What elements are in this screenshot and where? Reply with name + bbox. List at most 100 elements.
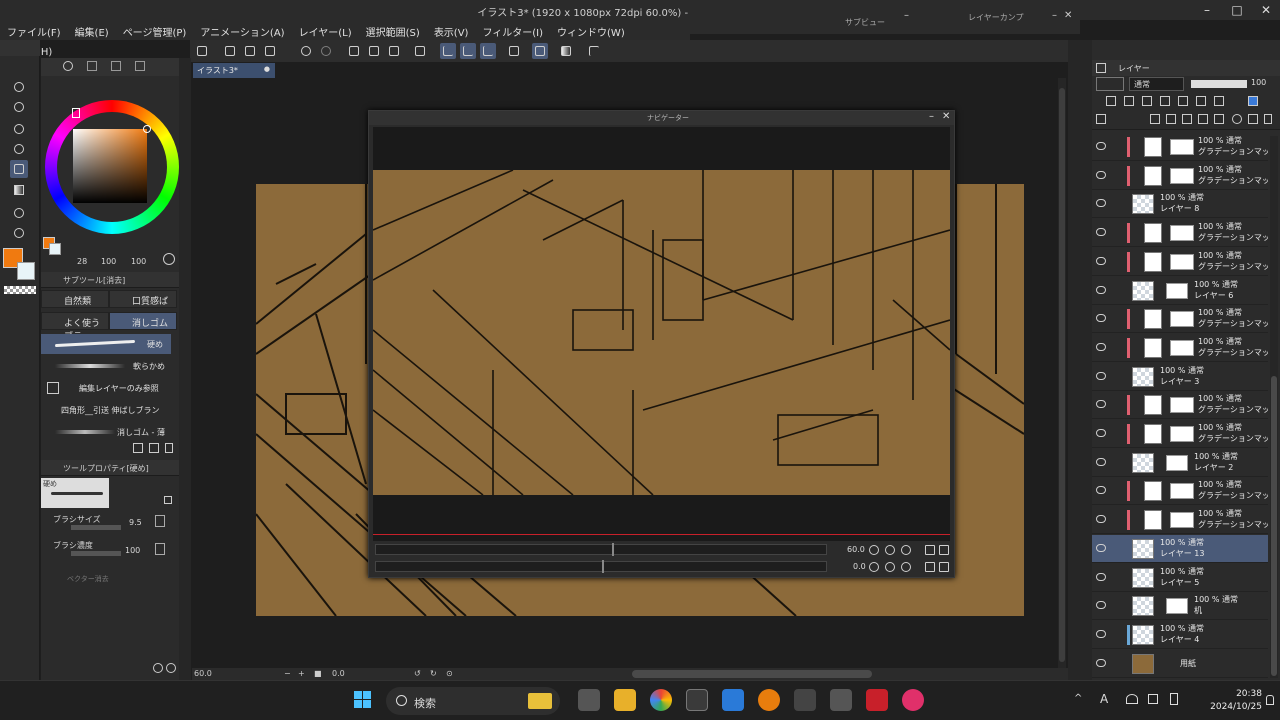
draft-layer-icon[interactable] (1142, 96, 1152, 106)
layer-thumbnail[interactable] (1132, 366, 1154, 387)
layer-list-scroll-thumb[interactable] (1271, 376, 1277, 676)
maximize-button[interactable]: □ (1224, 2, 1250, 18)
navigator-rotate-slider[interactable] (375, 560, 827, 573)
visibility-eye-icon[interactable] (1096, 486, 1106, 495)
create-mask-icon[interactable] (1232, 114, 1242, 124)
layer-row[interactable]: 用紙 (1092, 649, 1268, 678)
eraser-icon[interactable] (386, 43, 402, 59)
visibility-eye-icon[interactable] (1096, 371, 1106, 380)
adjustment-layer-icon[interactable] (1144, 309, 1162, 330)
layer-mask-thumbnail[interactable] (1170, 225, 1194, 242)
copy-subtool-icon[interactable] (133, 443, 143, 453)
undo-icon[interactable] (298, 43, 314, 59)
brush-density-value[interactable]: 100 (125, 546, 140, 555)
file-explorer-icon[interactable] (614, 689, 636, 711)
navigator-close-button[interactable]: ✕ (942, 111, 950, 122)
layer-row[interactable]: 100 % 通常グラデーションマップ 1 の (1092, 161, 1268, 190)
visibility-eye-icon[interactable] (1096, 429, 1106, 437)
flip-horizontal-icon[interactable] (925, 562, 935, 572)
left-panel-scroll-strip[interactable] (179, 58, 191, 680)
color-picker-handle[interactable] (143, 125, 151, 133)
tray-overflow-icon[interactable]: ^ (1074, 693, 1082, 704)
menu-page[interactable]: ページ管理(P) (116, 20, 194, 39)
brush-size-value[interactable]: 9.5 (129, 518, 142, 527)
visibility-eye-icon[interactable] (1096, 314, 1106, 323)
pdf-app-icon[interactable] (866, 689, 888, 711)
clock[interactable]: 20:38 2024/10/25 (1202, 688, 1262, 714)
hue-handle[interactable] (72, 108, 80, 118)
color-slider-tab-icon[interactable] (87, 61, 97, 71)
app-icon-7[interactable] (794, 689, 816, 711)
transform-icon[interactable] (412, 43, 428, 59)
wifi-icon[interactable] (1126, 694, 1138, 704)
tool-search-icon[interactable] (166, 663, 176, 673)
visibility-eye-icon[interactable] (1096, 601, 1106, 610)
visibility-eye-icon[interactable] (1096, 342, 1106, 351)
menu-selection[interactable]: 選択範囲(S) (359, 20, 427, 39)
reference-layer-icon[interactable] (506, 43, 522, 59)
delete-subtool-icon[interactable] (165, 443, 173, 453)
combine-layer-icon[interactable] (1214, 114, 1224, 124)
subtool-group-eraser[interactable]: 消しゴム (109, 312, 177, 330)
layer-row[interactable]: 100 % 通常グラデーションマップ 1 の (1092, 391, 1268, 420)
layer-mask-thumbnail[interactable] (1166, 282, 1188, 299)
navigator-preview[interactable] (373, 127, 950, 541)
decoration-tool-icon[interactable] (10, 140, 28, 158)
layer-thumbnail[interactable] (1132, 452, 1154, 473)
clip-studio-icon[interactable] (194, 43, 210, 59)
brush-soft[interactable]: 軟らかめ (41, 356, 171, 376)
video-editor-icon[interactable] (830, 689, 852, 711)
saturation-value-square[interactable] (73, 129, 147, 203)
layer-row[interactable]: 100 % 通常グラデーションマップ 1 の (1092, 333, 1268, 362)
grid-snap-icon[interactable] (480, 43, 496, 59)
creative-cloud-icon[interactable] (902, 689, 924, 711)
subview-minimize-button[interactable]: – (904, 10, 909, 21)
status-zoom-in-icon[interactable]: + (298, 669, 305, 678)
zoom-in-icon[interactable] (885, 545, 895, 555)
redo-icon[interactable] (318, 43, 334, 59)
notification-bell-icon[interactable] (1266, 695, 1274, 705)
visibility-eye-icon[interactable] (1096, 457, 1106, 466)
visibility-eye-icon[interactable] (1096, 515, 1106, 524)
eyedropper-tool-icon[interactable] (10, 98, 28, 116)
layer-row[interactable]: 100 % 通常 レイヤー 5 (1092, 563, 1268, 592)
menu-animation[interactable]: アニメーション(A) (193, 20, 291, 39)
adjustment-layer-icon[interactable] (1144, 424, 1162, 444)
layer-row[interactable]: 100 % 通常グラデーションマップ 1 の (1092, 219, 1268, 248)
layer-mask-thumbnail[interactable] (1170, 311, 1194, 328)
right-panel-strip[interactable] (1068, 40, 1092, 680)
color-settings-icon[interactable] (163, 253, 175, 265)
apply-mask-icon[interactable] (1248, 114, 1258, 124)
menu-file[interactable]: ファイル(F) (0, 20, 68, 39)
sub-color-swatch[interactable] (17, 262, 35, 280)
enable-mask-icon[interactable] (1196, 96, 1206, 106)
layer-row[interactable]: 100 % 通常 レイヤー 13 (1092, 534, 1268, 563)
delete-layer-icon[interactable] (1264, 114, 1272, 124)
layer-thumbnail[interactable] (1132, 194, 1154, 215)
clear-icon[interactable] (346, 43, 362, 59)
save-icon[interactable] (262, 43, 278, 59)
color-set-tab-icon[interactable] (111, 61, 121, 71)
layer-row[interactable]: 100 % 通常 レイヤー 3 (1092, 362, 1268, 391)
brush-thin[interactable]: 消しゴム - 薄 (41, 422, 171, 442)
layer-mask-thumbnail[interactable] (1170, 397, 1194, 414)
taskbar-search[interactable]: 検索 (386, 687, 560, 715)
chrome-icon[interactable] (650, 689, 672, 711)
store-icon[interactable] (722, 689, 744, 711)
lock-layer-icon[interactable] (1160, 96, 1170, 106)
new-vector-layer-icon[interactable] (1166, 114, 1176, 124)
adjustment-layer-icon[interactable] (1144, 395, 1162, 416)
subtool-group-favorite[interactable]: よく使うブラ (41, 312, 109, 342)
brush-density-slider[interactable] (71, 551, 121, 556)
layer-mask-thumbnail[interactable] (1166, 598, 1188, 615)
pen-tool-icon[interactable] (10, 120, 28, 138)
blend-mode-select[interactable]: 通常 (1129, 77, 1184, 91)
ruler-display-icon[interactable] (1214, 96, 1224, 106)
rotate-left-icon[interactable] (869, 562, 879, 572)
layer-row[interactable]: 100 % 通常グラデーションマップ 1 の (1092, 506, 1268, 535)
gradient-tool-icon[interactable] (10, 181, 28, 199)
operation-tool-icon[interactable] (10, 78, 28, 96)
visibility-eye-icon[interactable] (1096, 199, 1106, 208)
fit-window-icon[interactable] (939, 545, 949, 555)
visibility-eye-icon[interactable] (1096, 572, 1106, 581)
